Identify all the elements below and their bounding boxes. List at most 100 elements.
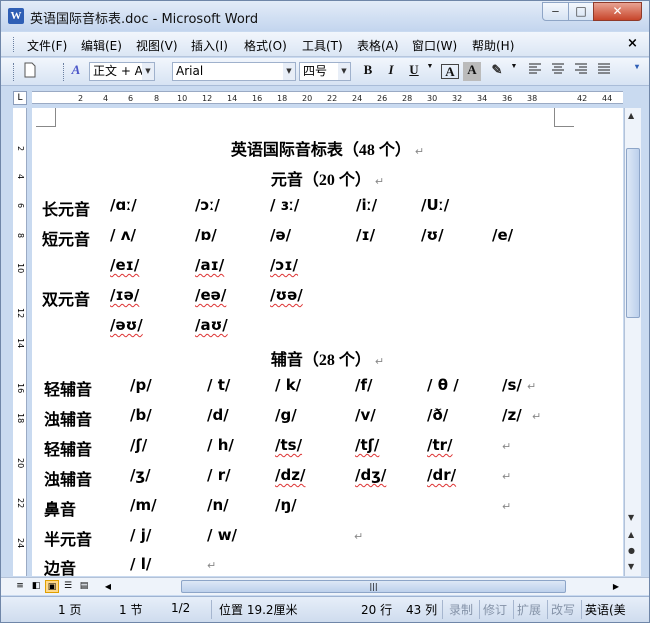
- menu-grip[interactable]: [13, 37, 16, 52]
- scroll-down-icon[interactable]: ▼: [628, 513, 634, 522]
- styles-pane-icon[interactable]: A: [67, 62, 85, 81]
- char-shading-button[interactable]: A: [463, 62, 481, 81]
- row-label: 浊辅音: [44, 470, 93, 489]
- align-left-icon[interactable]: [526, 62, 544, 81]
- vertical-ruler[interactable]: 2 4 6 8 10 12 14 16 18 20 22 24: [13, 108, 27, 576]
- reading-view-icon[interactable]: ▤: [77, 580, 91, 593]
- vruler-number: 18: [16, 413, 25, 424]
- phonetic-symbol: /ɒ/: [195, 226, 217, 244]
- align-center-icon[interactable]: [549, 62, 567, 81]
- chevron-down-icon[interactable]: ▼: [283, 63, 295, 80]
- toolbar-grip[interactable]: [13, 63, 16, 81]
- horizontal-scroll-thumb[interactable]: |||: [181, 580, 566, 593]
- phonetic-symbol: / r/: [207, 466, 231, 484]
- word-app-icon[interactable]: W: [8, 8, 24, 24]
- justify-icon[interactable]: [595, 62, 613, 81]
- row-label: 长元音: [42, 200, 91, 219]
- vruler-number: 10: [16, 263, 25, 274]
- web-view-icon[interactable]: ◧: [29, 580, 43, 593]
- consonant-row: 鼻音 /m/ /n/ /ŋ/ ↵: [32, 496, 623, 524]
- char-border-button[interactable]: A: [441, 64, 459, 79]
- scroll-right-icon[interactable]: ▶: [609, 580, 623, 593]
- select-browse-object-icon[interactable]: ●: [628, 546, 635, 555]
- ruler-number: 38: [527, 94, 538, 103]
- ruler-number: 12: [202, 94, 213, 103]
- consonant-row: 浊辅音 /b/ /d/ /g/ /v/ /ð/ /z/ ↵: [32, 406, 623, 434]
- phonetic-symbol: /ʃ/: [130, 436, 148, 454]
- new-document-icon[interactable]: [21, 62, 39, 81]
- phonetic-symbol: / k/: [275, 376, 302, 394]
- consonant-row: 轻辅音 /p/ / t/ / k/ /f/ / θ / /s/ ↵: [32, 376, 623, 404]
- style-combo[interactable]: 正文 + Aria ▼: [89, 62, 155, 81]
- highlight-icon[interactable]: ✎: [486, 62, 508, 81]
- font-size-combo[interactable]: 四号 ▼: [299, 62, 351, 81]
- outline-view-icon[interactable]: ☰: [61, 580, 75, 593]
- toolbar-grip-2[interactable]: [63, 63, 66, 81]
- align-right-icon[interactable]: [572, 62, 590, 81]
- scroll-up-icon[interactable]: ▲: [628, 111, 634, 120]
- menu-table[interactable]: 表格(A): [357, 37, 399, 54]
- menu-view[interactable]: 视图(V): [136, 37, 178, 54]
- row-label: 轻辅音: [44, 380, 93, 399]
- tab-selector-icon[interactable]: L: [13, 91, 27, 105]
- consonant-row: 轻辅音 /ʃ/ / h/ /ts/ /tʃ/ /tr/ ↵: [32, 436, 623, 464]
- menu-window[interactable]: 窗口(W): [412, 37, 457, 54]
- vruler-number: 6: [16, 203, 25, 209]
- horizontal-scrollbar[interactable]: ≡ ◧ ▣ ☰ ▤ ◀ ||| ▶: [1, 577, 649, 595]
- menu-insert[interactable]: 插入(I): [191, 37, 228, 54]
- phonetic-symbol: /f/: [355, 376, 373, 394]
- phonetic-symbol: /iː/: [356, 196, 378, 214]
- paragraph-mark: ↵: [374, 355, 385, 368]
- underline-button[interactable]: U: [405, 62, 423, 81]
- row-label: 短元音: [42, 230, 91, 249]
- paragraph-mark: ↵: [414, 145, 425, 158]
- document-page[interactable]: 英语国际音标表（48 个） ↵ 元音（20 个） ↵ 长元音 /ɑː/ /ɔː/ /…: [32, 108, 623, 576]
- bold-button[interactable]: B: [359, 62, 377, 81]
- status-bar: 1 页 1 节 1/2 位置 19.2厘米 20 行 43 列 录制 修订 扩展…: [1, 596, 649, 622]
- vertical-scrollbar[interactable]: ▲ ▼ ▲ ● ▼: [624, 108, 641, 576]
- chevron-down-icon[interactable]: ▼: [142, 63, 154, 80]
- paragraph-mark: ↵: [502, 500, 512, 513]
- phonetic-symbol: /v/: [355, 406, 376, 424]
- vruler-number: 2: [16, 146, 25, 152]
- vertical-scroll-thumb[interactable]: [626, 148, 640, 318]
- normal-view-icon[interactable]: ≡: [13, 580, 27, 593]
- phonetic-symbol: /dʒ/: [355, 466, 387, 484]
- print-view-icon[interactable]: ▣: [45, 580, 59, 593]
- status-extend[interactable]: 扩展: [517, 601, 541, 618]
- font-combo[interactable]: Arial ▼: [172, 62, 296, 81]
- phonetic-symbol: /ɪ/: [356, 226, 376, 244]
- menu-tools[interactable]: 工具(T): [302, 37, 343, 54]
- vowel-row: /əʊ/ /aʊ/: [32, 316, 623, 344]
- status-track-changes[interactable]: 修订: [483, 601, 507, 618]
- menu-help[interactable]: 帮助(H): [472, 37, 514, 54]
- menu-edit[interactable]: 编辑(E): [81, 37, 122, 54]
- phonetic-symbol: /tʃ/: [355, 436, 380, 454]
- row-label: 浊辅音: [44, 410, 93, 429]
- document-close-button[interactable]: ×: [627, 36, 638, 51]
- phonetic-symbol: /ɔː/: [195, 196, 220, 214]
- minimize-button[interactable]: ‒: [542, 2, 569, 21]
- paragraph-mark: ↵: [502, 440, 512, 453]
- phonetic-symbol: /dr/: [427, 466, 457, 484]
- phonetic-symbol: /eə/: [195, 286, 227, 304]
- menu-file[interactable]: 文件(F): [27, 37, 67, 54]
- status-section: 1 节: [119, 603, 143, 617]
- status-record[interactable]: 录制: [449, 601, 473, 618]
- maximize-button[interactable]: □: [568, 2, 594, 21]
- underline-chevron-down-icon[interactable]: ▼: [425, 62, 435, 81]
- chevron-down-icon[interactable]: ▼: [338, 63, 350, 80]
- close-button[interactable]: ✕: [593, 2, 642, 21]
- menu-format[interactable]: 格式(O): [244, 37, 287, 54]
- scroll-left-icon[interactable]: ◀: [101, 580, 115, 593]
- italic-button[interactable]: I: [382, 62, 400, 81]
- previous-page-icon[interactable]: ▲: [628, 530, 634, 539]
- highlight-chevron-down-icon[interactable]: ▼: [509, 62, 519, 81]
- next-page-icon[interactable]: ▼: [628, 562, 634, 571]
- status-column: 43 列: [406, 603, 438, 617]
- toolbar-options-icon[interactable]: ▾: [631, 62, 643, 81]
- horizontal-ruler[interactable]: L 2 4 6 8 10 12 14 16 18 20 22 24 26 28 …: [1, 87, 649, 107]
- status-separator: [513, 600, 514, 619]
- status-language[interactable]: 英语(美: [585, 601, 626, 618]
- status-overtype[interactable]: 改写: [551, 601, 575, 618]
